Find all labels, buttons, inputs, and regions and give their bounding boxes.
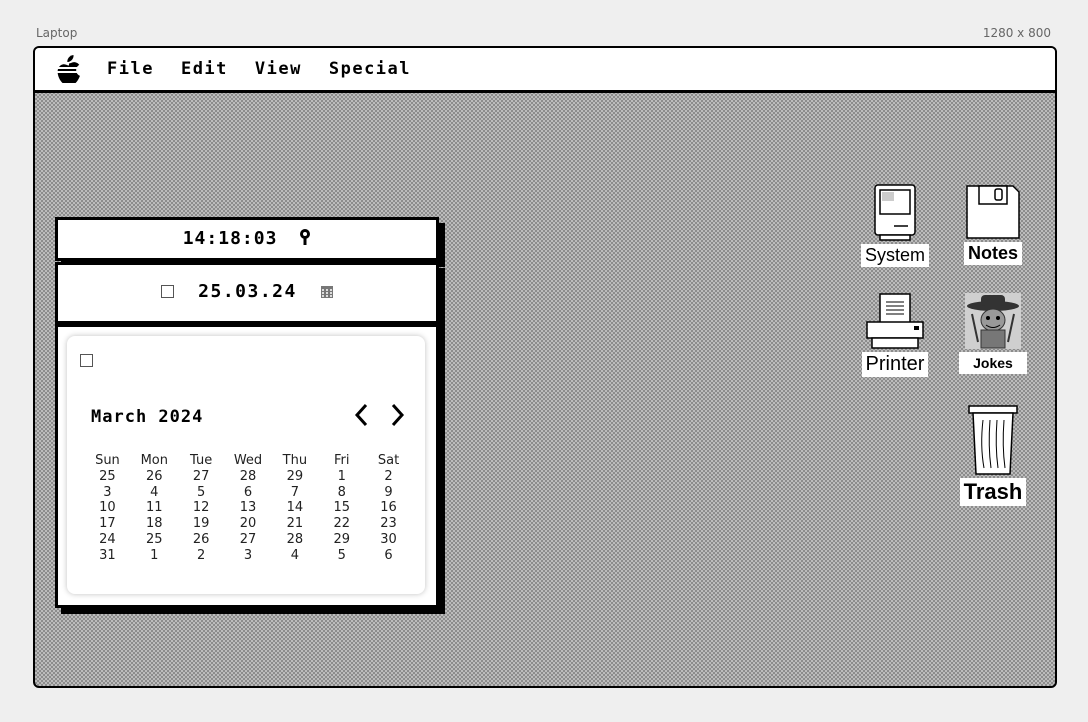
stopwatch-icon[interactable] xyxy=(299,228,311,246)
calendar-day[interactable]: 26 xyxy=(131,469,178,485)
calendar-day[interactable]: 1 xyxy=(131,548,178,564)
calendar-day[interactable]: 19 xyxy=(178,516,225,532)
calendar-day[interactable]: 8 xyxy=(318,485,365,501)
icon-label-trash: Trash xyxy=(959,478,1027,506)
calendar-week-row: 3 4 5 6 7 8 9 xyxy=(84,485,412,501)
chevron-right-icon[interactable] xyxy=(387,402,407,428)
calendar-day[interactable]: 7 xyxy=(271,485,318,501)
weekday-label: Sun xyxy=(95,453,120,468)
date-value: 25.03.24 xyxy=(198,281,297,302)
calendar-day[interactable]: 22 xyxy=(318,516,365,532)
date-checkbox[interactable] xyxy=(161,285,175,298)
calendar-day[interactable]: 24 xyxy=(84,532,131,548)
icon-label-system: System xyxy=(860,244,929,267)
weekday-label: Sat xyxy=(377,453,400,468)
calendar-day[interactable]: 27 xyxy=(178,469,225,485)
clock-time: 14:18:03 xyxy=(182,228,278,249)
calendar-day[interactable]: 27 xyxy=(225,532,272,548)
calendar-day[interactable]: 3 xyxy=(84,485,131,501)
calendar-day[interactable]: 28 xyxy=(225,469,272,485)
calendar-week-row: 17 18 19 20 21 22 23 xyxy=(84,516,412,532)
calendar-day[interactable]: 25 xyxy=(131,532,178,548)
menu-edit[interactable]: Edit xyxy=(181,59,228,79)
calendar-day[interactable]: 20 xyxy=(225,516,272,532)
calendar-day[interactable]: 29 xyxy=(318,532,365,548)
chevron-left-icon[interactable] xyxy=(352,402,372,428)
weekday-label: Wed xyxy=(233,453,263,468)
clock-row: 14:18:03 xyxy=(58,228,436,249)
calendar-day[interactable]: 16 xyxy=(365,500,412,516)
calendar-day[interactable]: 6 xyxy=(225,485,272,501)
calendar-day[interactable]: 13 xyxy=(225,500,272,516)
calendar-day[interactable]: 25 xyxy=(84,469,131,485)
calendar-day[interactable]: 18 xyxy=(131,516,178,532)
icon-label-jokes: Jokes xyxy=(959,352,1027,374)
desktop-icon-jokes[interactable]: Jokes xyxy=(957,292,1029,374)
date-widget: 25.03.24 xyxy=(55,262,439,324)
printer-icon xyxy=(866,293,924,349)
calendar-day[interactable]: 23 xyxy=(365,516,412,532)
desktop-icon-printer[interactable]: Printer xyxy=(859,292,931,377)
calendar-day[interactable]: 31 xyxy=(84,548,131,564)
calendar-day[interactable]: 5 xyxy=(318,548,365,564)
computer-icon xyxy=(874,184,916,241)
resolution-label: 1280 x 800 xyxy=(982,26,1051,40)
calendar-day[interactable]: 14 xyxy=(271,500,318,516)
calendar-day[interactable]: 17 xyxy=(84,516,131,532)
apple-icon[interactable] xyxy=(57,55,81,83)
calendar-week-row: 31 1 2 3 4 5 6 xyxy=(84,548,412,564)
calendar-month-label: March 2024 xyxy=(91,407,204,427)
icon-label-notes: Notes xyxy=(963,242,1022,265)
calendar-week-row: 25 26 27 28 29 1 2 xyxy=(84,469,412,485)
calendar-day[interactable]: 2 xyxy=(178,548,225,564)
calendar-day[interactable]: 4 xyxy=(271,548,318,564)
calendar-week-row: 24 25 26 27 28 29 30 xyxy=(84,532,412,548)
calendar-day[interactable]: 12 xyxy=(178,500,225,516)
weekday-header-row: Sun Mon Tue Wed Thu Fri Sat xyxy=(84,453,412,469)
weekday-label: Mon xyxy=(140,453,168,468)
menu-bar: File Edit View Special xyxy=(35,48,1055,93)
calendar-grid: Sun Mon Tue Wed Thu Fri Sat 25 26 27 28 xyxy=(84,453,412,564)
clock-widget: 14:18:03 xyxy=(55,217,439,261)
calendar-day[interactable]: 11 xyxy=(131,500,178,516)
calendar-day[interactable]: 28 xyxy=(271,532,318,548)
menu-special[interactable]: Special xyxy=(329,59,411,79)
calendar-popup: March 2024 Sun Mon Tue Wed Thu Fri Sat 2… xyxy=(67,336,425,594)
calendar-icon[interactable] xyxy=(320,285,333,298)
menu-file[interactable]: File xyxy=(107,59,154,79)
calendar-day[interactable]: 21 xyxy=(271,516,318,532)
calendar-day[interactable]: 29 xyxy=(271,469,318,485)
calendar-day[interactable]: 15 xyxy=(318,500,365,516)
desktop-icon-notes[interactable]: Notes xyxy=(957,184,1029,265)
calendar-day[interactable]: 26 xyxy=(178,532,225,548)
calendar-day[interactable]: 2 xyxy=(365,469,412,485)
weekday-label: Tue xyxy=(190,453,213,468)
calendar-day[interactable]: 1 xyxy=(318,469,365,485)
calendar-day[interactable]: 6 xyxy=(365,548,412,564)
calendar-day[interactable]: 30 xyxy=(365,532,412,548)
calendar-day[interactable]: 5 xyxy=(178,485,225,501)
desktop-icon-system[interactable]: System xyxy=(859,184,931,267)
calendar-checkbox[interactable] xyxy=(80,354,93,367)
desktop-icon-trash[interactable]: Trash xyxy=(957,404,1029,506)
floppy-disk-icon xyxy=(966,185,1020,239)
calendar-day[interactable]: 4 xyxy=(131,485,178,501)
weekday-label: Fri xyxy=(333,453,350,468)
icon-label-printer: Printer xyxy=(861,352,929,377)
device-label: Laptop xyxy=(36,26,78,40)
calendar-day[interactable]: 3 xyxy=(225,548,272,564)
trash-can-icon xyxy=(968,405,1018,475)
desktop-screen: File Edit View Special 14:18:03 25.03.24 xyxy=(33,46,1057,688)
cowboy-icon xyxy=(965,293,1021,349)
calendar-week-row: 10 11 12 13 14 15 16 xyxy=(84,500,412,516)
menu-view[interactable]: View xyxy=(255,59,302,79)
calendar-widget: March 2024 Sun Mon Tue Wed Thu Fri Sat 2… xyxy=(55,324,439,608)
weekday-label: Thu xyxy=(282,453,308,468)
calendar-day[interactable]: 10 xyxy=(84,500,131,516)
calendar-day[interactable]: 9 xyxy=(365,485,412,501)
